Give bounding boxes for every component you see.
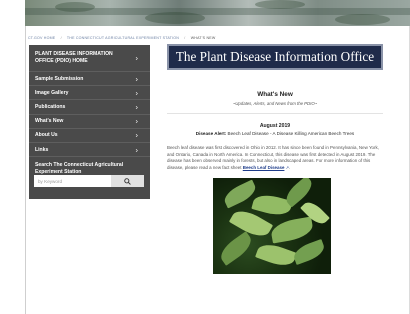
search-button[interactable] [111, 175, 144, 187]
header-banner-image [25, 0, 410, 26]
chevron-right-icon: › [135, 130, 139, 140]
chevron-right-icon: › [135, 74, 139, 84]
search-heading: Search The Connecticut Agricultural Expe… [35, 162, 124, 176]
chevron-right-icon: › [135, 53, 139, 63]
chevron-right-icon: › [135, 102, 139, 112]
search-icon [124, 177, 131, 185]
breadcrumb-current: WHAT'S NEW [190, 36, 216, 40]
sidebar-item-image-gallery[interactable]: Image Gallery › [29, 86, 150, 101]
sidebar-item-label: What's New [35, 118, 64, 125]
breadcrumb-separator: / [60, 36, 62, 40]
alert-label: Disease Alert: [195, 131, 227, 136]
sidebar-item-label: PLANT DISEASE INFORMATION OFFICE (PDIO) … [35, 50, 113, 64]
sidebar-item-about-us[interactable]: About Us › [29, 129, 150, 143]
news-date: August 2019 [259, 123, 291, 129]
search-input[interactable] [34, 175, 111, 187]
search-form [34, 175, 144, 187]
sidebar-item-label: Image Gallery [35, 89, 69, 96]
sidebar-item-pdio-home[interactable]: PLANT DISEASE INFORMATION OFFICE (PDIO) … [29, 45, 150, 72]
page-title-banner: The Plant Disease Information Office [167, 44, 383, 70]
chevron-right-icon: › [135, 145, 139, 155]
sidebar-item-label: About Us [35, 132, 58, 139]
sidebar-item-label: Sample Submission [35, 75, 84, 82]
page-title: The Plant Disease Information Office [175, 49, 375, 64]
breadcrumb-separator: / [184, 36, 186, 40]
breadcrumb: CT.GOV HOME / THE CONNECTICUT AGRICULTUR… [28, 36, 219, 40]
divider [167, 113, 383, 114]
sidebar-item-label: Links [35, 146, 49, 153]
sidebar-item-publications[interactable]: Publications › [29, 100, 150, 115]
sidebar-item-sample-submission[interactable]: Sample Submission › [29, 72, 150, 87]
news-paragraph: Beech leaf disease was first discovered … [167, 145, 379, 170]
beech-leaf-photo [213, 178, 331, 274]
sidebar-item-links[interactable]: Links › [29, 143, 150, 158]
sidebar-item-label: Publications [35, 103, 66, 110]
chevron-right-icon: › [135, 116, 139, 126]
page-frame-left [25, 26, 26, 314]
beech-leaf-disease-link[interactable]: Beech Leaf Disease [243, 165, 285, 170]
external-link-icon: ↗ [285, 165, 289, 170]
chevron-right-icon: › [135, 88, 139, 98]
sidebar-nav: PLANT DISEASE INFORMATION OFFICE (PDIO) … [29, 45, 150, 199]
disease-alert: Disease Alert: Beech Leaf Disease - A Di… [167, 131, 383, 136]
section-tagline: ~Updates, Alerts, and News from the PDIO… [232, 101, 318, 106]
breadcrumb-link-caes[interactable]: THE CONNECTICUT AGRICULTURAL EXPERIMENT … [67, 36, 179, 40]
section-heading: What's New [257, 91, 293, 98]
alert-text: Beech Leaf Disease - A Disease Killing A… [227, 131, 355, 136]
breadcrumb-link-ctgov[interactable]: CT.GOV HOME [28, 36, 55, 40]
sidebar-item-whats-new[interactable]: What's New › [29, 115, 150, 129]
